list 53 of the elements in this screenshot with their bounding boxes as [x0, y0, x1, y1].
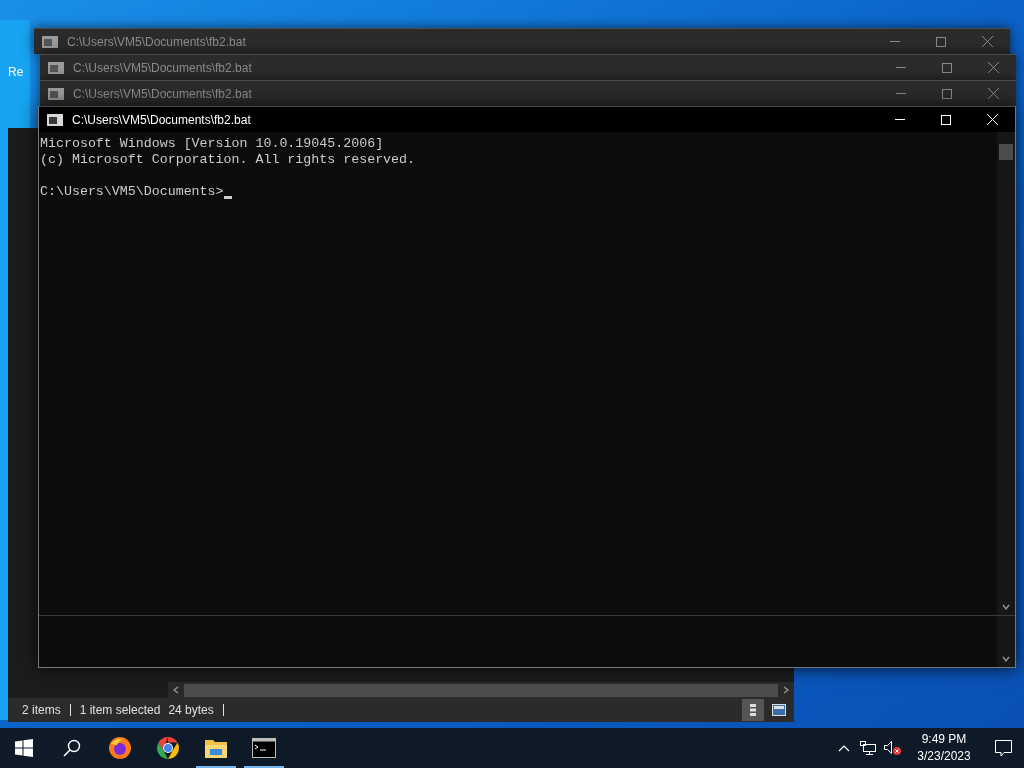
minimize-icon	[896, 93, 906, 94]
speech-bubble-icon	[994, 739, 1012, 757]
window-title: C:\Users\VM5\Documents\fb2.bat	[73, 59, 252, 77]
search-icon	[63, 739, 81, 757]
desktop-icon-label[interactable]: Re	[8, 63, 24, 81]
details-view-button[interactable]	[742, 699, 764, 721]
scrollbar-thumb[interactable]	[184, 683, 778, 697]
console-icon	[42, 35, 58, 48]
console-prompt: C:\Users\VM5\Documents>	[40, 184, 224, 200]
details-view-icon	[750, 704, 756, 716]
chevron-up-icon	[838, 744, 850, 752]
close-icon	[986, 114, 998, 125]
minimize-icon	[896, 67, 906, 68]
console-icon	[252, 738, 276, 758]
running-indicator	[244, 766, 284, 768]
status-text: 1 item selected	[79, 702, 161, 719]
running-indicator	[196, 766, 236, 768]
windows-logo-icon	[15, 739, 33, 757]
maximize-icon	[941, 114, 951, 125]
scroll-right-icon[interactable]	[782, 686, 790, 694]
window-title: C:\Users\VM5\Documents\fb2.bat	[72, 111, 251, 129]
scroll-down-icon[interactable]	[1002, 655, 1010, 663]
window-title: C:\Users\VM5\Documents\fb2.bat	[67, 33, 246, 51]
console-text: Microsoft Windows [Version 10.0.19045.2006]	[40, 136, 384, 152]
console-icon	[48, 61, 64, 74]
scroll-down-icon[interactable]	[1002, 603, 1010, 611]
maximize-icon	[942, 62, 952, 73]
close-icon	[987, 88, 999, 99]
fox-globe-icon	[108, 736, 132, 760]
clock[interactable]: 9:49 PM 3/23/2023	[906, 728, 982, 768]
minimize-icon	[895, 119, 905, 120]
window-title: C:\Users\VM5\Documents\fb2.bat	[73, 85, 252, 103]
picture-view-icon	[772, 704, 786, 716]
chrome-ball-icon	[156, 736, 180, 760]
scrollbar-thumb[interactable]	[999, 144, 1013, 160]
console-icon	[48, 87, 64, 100]
scroll-left-icon[interactable]	[172, 686, 180, 694]
network-icon	[860, 741, 876, 755]
maximize-icon	[936, 36, 946, 47]
vertical-scrollbar[interactable]	[997, 132, 1015, 615]
close-icon	[987, 62, 999, 73]
status-text: 2 items	[22, 702, 61, 719]
folder-icon	[204, 737, 228, 759]
minimize-icon	[890, 41, 900, 42]
status-text: 24 bytes	[168, 702, 214, 719]
maximize-icon	[942, 88, 952, 99]
window-title-bar[interactable]: C:\Users\VM5\Documents\fb2.bat	[39, 106, 1015, 132]
text-cursor	[223, 196, 232, 199]
console-text: (c) Microsoft Corporation. All rights reserved.	[40, 152, 416, 168]
close-icon	[981, 36, 993, 47]
horizontal-scrollbar[interactable]	[168, 682, 794, 698]
muted-speaker-icon	[884, 741, 902, 755]
console-icon	[47, 113, 63, 126]
